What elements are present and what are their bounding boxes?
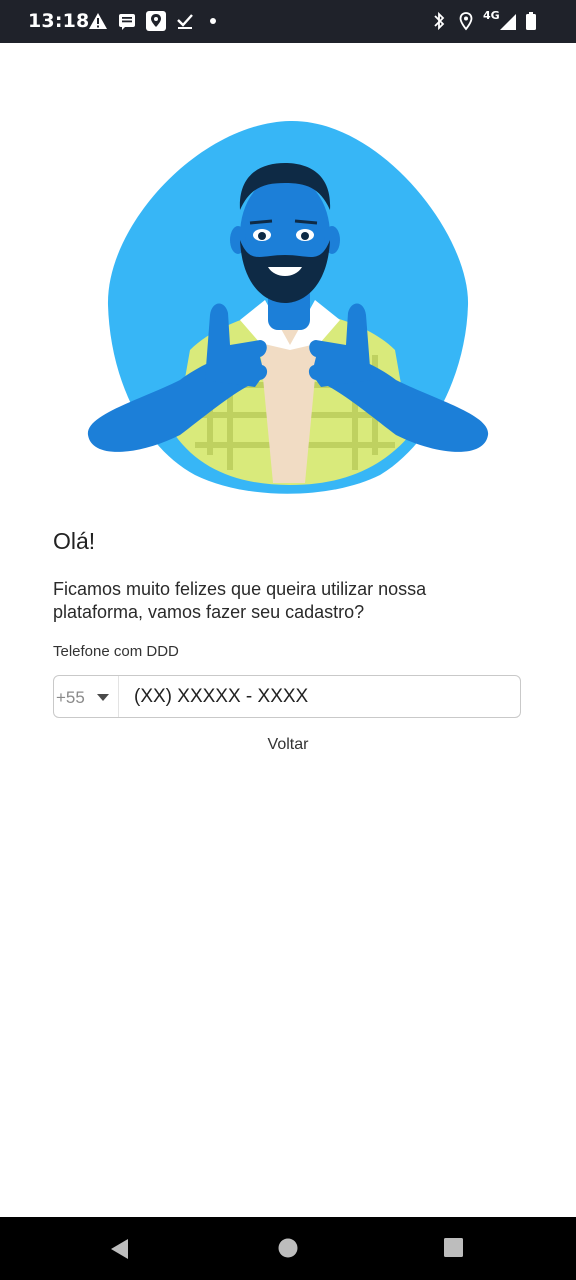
back-icon[interactable] xyxy=(108,1237,132,1261)
country-code-selector[interactable]: +55 xyxy=(54,676,119,717)
phone-label: Telefone com DDD xyxy=(53,643,179,660)
signal-icon xyxy=(500,14,516,30)
message-icon xyxy=(119,14,135,30)
status-bar: 13:18 4G xyxy=(0,0,576,43)
phone-input[interactable] xyxy=(134,676,514,717)
check-icon xyxy=(177,14,193,29)
greeting-title: Olá! xyxy=(53,528,96,554)
chevron-down-icon xyxy=(97,694,109,701)
back-link[interactable]: Voltar xyxy=(238,736,338,754)
status-time: 13:18 xyxy=(28,10,90,32)
location-app-icon xyxy=(146,11,166,31)
alert-icon xyxy=(89,13,107,29)
location-icon xyxy=(459,12,473,31)
network-type: 4G xyxy=(483,9,500,22)
country-code: +55 xyxy=(56,688,85,707)
welcome-illustration xyxy=(87,120,489,494)
bluetooth-icon xyxy=(434,11,445,31)
battery-icon xyxy=(526,12,536,30)
dot-icon xyxy=(210,18,216,24)
phone-field: +55 xyxy=(53,675,521,718)
intro-text: Ficamos muito felizes que queira utiliza… xyxy=(53,579,427,622)
recents-icon[interactable] xyxy=(443,1237,465,1259)
home-icon[interactable] xyxy=(277,1237,299,1259)
navigation-bar xyxy=(0,1217,576,1280)
